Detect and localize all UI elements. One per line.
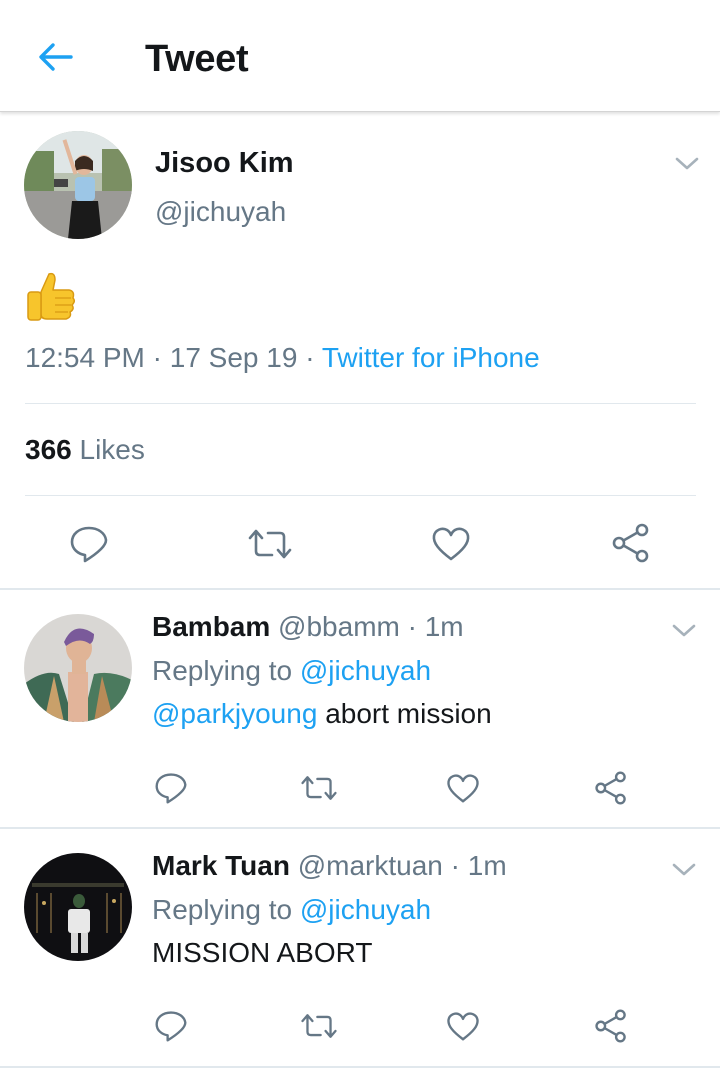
tweet-date: 17 Sep 19	[169, 342, 298, 373]
divider	[0, 1066, 720, 1068]
like-button[interactable]	[442, 768, 484, 808]
like-icon	[432, 527, 470, 561]
like-icon	[447, 1011, 479, 1040]
likes-count-link[interactable]: 366 Likes	[25, 434, 145, 466]
share-icon	[612, 523, 649, 563]
reply-author-name[interactable]: Bambam	[152, 611, 270, 642]
retweet-button[interactable]	[297, 770, 341, 806]
page-title: Tweet	[145, 38, 249, 80]
reply-button[interactable]	[66, 522, 112, 566]
share-button[interactable]	[590, 767, 632, 809]
meta-separator: ·	[152, 342, 162, 373]
tweet-action-bar	[0, 516, 720, 570]
replying-prefix: Replying to	[152, 655, 293, 686]
reply-options-button[interactable]	[669, 619, 699, 643]
reply-header: Mark Tuan @marktuan · 1m	[152, 850, 507, 882]
tweet-meta: 12:54 PM · 17 Sep 19 · Twitter for iPhon…	[25, 342, 540, 374]
retweet-button[interactable]	[297, 1008, 341, 1044]
like-button[interactable]	[442, 1006, 484, 1046]
author-name[interactable]: Jisoo Kim	[155, 147, 294, 180]
retweet-button[interactable]	[245, 524, 295, 564]
reply-button[interactable]	[150, 768, 192, 808]
tweet-options-button[interactable]	[672, 152, 702, 176]
replying-prefix: Replying to	[152, 894, 293, 925]
avatar-photo	[24, 614, 132, 722]
likes-count: 366	[25, 434, 72, 465]
reply-time: · 1m	[450, 850, 507, 881]
thumbs-up-icon	[25, 270, 77, 324]
reply-icon	[155, 773, 187, 804]
back-button[interactable]	[30, 34, 80, 80]
reply-time: · 1m	[407, 611, 464, 642]
share-button[interactable]	[608, 520, 654, 566]
reply-author-handle[interactable]: @marktuan	[298, 850, 443, 881]
replying-to: Replying to @jichuyah	[152, 655, 431, 687]
likes-label: Likes	[79, 434, 145, 465]
avatar-photo	[24, 131, 132, 239]
reply-body: abort mission	[325, 698, 492, 729]
meta-separator: ·	[305, 342, 315, 373]
divider	[25, 403, 696, 404]
reply-author-name[interactable]: Mark Tuan	[152, 850, 290, 881]
share-button[interactable]	[590, 1005, 632, 1047]
mention-link[interactable]: @parkjyoung	[152, 698, 317, 729]
divider	[25, 495, 696, 496]
divider	[0, 827, 720, 829]
avatar[interactable]	[24, 614, 132, 722]
reply-author-handle[interactable]: @bbamm	[278, 611, 400, 642]
reply-header: Bambam @bbamm · 1m	[152, 611, 464, 643]
retweet-icon	[301, 776, 337, 800]
reply-icon	[70, 526, 108, 563]
chevron-down-icon	[672, 863, 696, 876]
divider	[0, 588, 720, 590]
avatar[interactable]	[24, 853, 132, 961]
share-icon	[595, 1009, 626, 1043]
retweet-icon	[248, 529, 292, 559]
reply-button[interactable]	[150, 1006, 192, 1046]
replying-to: Replying to @jichuyah	[152, 894, 431, 926]
chevron-down-icon	[672, 624, 696, 637]
share-icon	[595, 771, 626, 805]
reply-options-button[interactable]	[669, 858, 699, 882]
like-button[interactable]	[428, 522, 474, 566]
back-arrow-icon	[39, 43, 73, 71]
replying-to-link[interactable]: @jichuyah	[300, 894, 431, 925]
reply-icon	[155, 1011, 187, 1042]
like-icon	[447, 773, 479, 802]
avatar-photo	[24, 853, 132, 961]
tweet-time: 12:54 PM	[25, 342, 145, 373]
replying-to-link[interactable]: @jichuyah	[300, 655, 431, 686]
avatar[interactable]	[24, 131, 132, 239]
tweet-source-link[interactable]: Twitter for iPhone	[322, 342, 540, 373]
reply-text: MISSION ABORT	[152, 937, 373, 968]
chevron-down-icon	[675, 157, 699, 170]
retweet-icon	[301, 1014, 337, 1038]
top-bar: Tweet	[0, 0, 720, 112]
reply-text: @parkjyoung abort mission	[152, 698, 492, 730]
author-handle[interactable]: @jichuyah	[155, 196, 286, 228]
